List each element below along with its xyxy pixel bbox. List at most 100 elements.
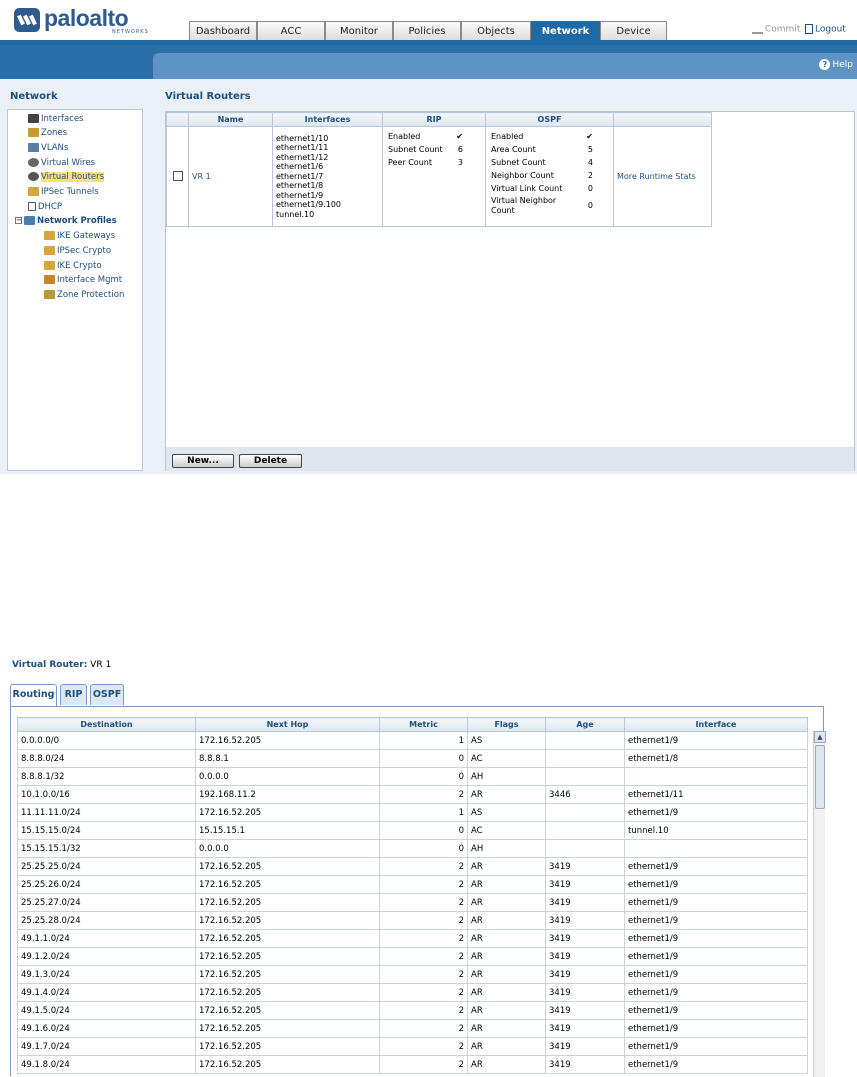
lock-icon xyxy=(44,261,55,270)
interface-cell: tunnel.10 xyxy=(624,821,808,840)
table-row[interactable]: 8.8.8.1/32 0.0.0.0 0 AH xyxy=(17,767,808,786)
firewall-network-page: paloalto NETWORKS Dashboard ACC Monitor … xyxy=(0,0,857,474)
column-header-name[interactable]: Name xyxy=(188,112,273,127)
sidebar-item-vlans[interactable]: VLANs xyxy=(28,142,68,155)
more-runtime-stats-link[interactable]: More Runtime Stats xyxy=(617,172,696,181)
sidebar-item-virtual-wires[interactable]: Virtual Wires xyxy=(28,157,95,170)
help-button[interactable]: ? Help xyxy=(819,59,853,70)
commit-button[interactable]: Commit xyxy=(752,24,800,35)
column-header-metric[interactable]: Metric xyxy=(379,717,468,732)
runtime-stats-window: Virtual Router: VR 1 Routing RIP OSPF De… xyxy=(0,650,857,1077)
sidebar-item-interface-mgmt[interactable]: Interface Mgmt xyxy=(44,274,122,287)
logout-button[interactable]: Logout xyxy=(805,24,846,35)
sidebar-item-virtual-routers[interactable]: Virtual Routers xyxy=(28,171,105,184)
table-row[interactable]: 25.25.27.0/24 172.16.52.205 2 AR 3419 etherne… xyxy=(17,893,808,912)
age-cell: 3419 xyxy=(545,1055,625,1074)
stat-label: Peer Count xyxy=(388,158,432,167)
sidebar-item-network-profiles[interactable]: − Network Profiles xyxy=(15,215,117,228)
table-row[interactable]: 49.1.7.0/24 172.16.52.205 2 AR 3419 ethernet1… xyxy=(17,1037,808,1056)
sidebar-item-label: Virtual Wires xyxy=(41,158,96,168)
sidebar-item-ike-crypto[interactable]: IKE Crypto xyxy=(44,260,102,273)
column-header-next-hop[interactable]: Next Hop xyxy=(195,717,380,732)
new-button[interactable]: New... xyxy=(172,454,234,468)
column-header-interfaces[interactable]: Interfaces xyxy=(272,112,383,127)
sidebar-item-label: Zone Protection xyxy=(57,290,125,300)
table-row[interactable]: 25.25.28.0/24 172.16.52.205 2 AR 3419 etherne… xyxy=(17,911,808,930)
zones-icon xyxy=(28,128,39,137)
column-header-interface[interactable]: Interface xyxy=(624,717,808,732)
table-row[interactable]: 49.1.5.0/24 172.16.52.205 2 AR 3419 ethernet1… xyxy=(17,1001,808,1020)
table-row[interactable]: 8.8.8.0/24 8.8.8.1 0 AC ethernet1/8 xyxy=(17,749,808,768)
table-row[interactable]: 49.1.1.0/24 172.16.52.205 2 AR 3419 ethernet1… xyxy=(17,929,808,948)
tab-monitor[interactable]: Monitor xyxy=(325,21,393,41)
sidebar-item-ike-gateways[interactable]: IKE Gateways xyxy=(44,230,115,243)
table-row[interactable]: 15.15.15.0/24 15.15.15.1 0 AC tunnel.10 xyxy=(17,821,808,840)
stat-value: 4 xyxy=(587,158,593,167)
interface-cell: ethernet1/9 xyxy=(624,983,808,1002)
row-checkbox[interactable] xyxy=(172,170,183,181)
sidebar-item-zone-protection[interactable]: Zone Protection xyxy=(44,289,124,302)
scroll-thumb[interactable] xyxy=(815,745,825,809)
collapse-icon[interactable]: − xyxy=(15,217,22,224)
sidebar-item-dhcp[interactable]: DHCP xyxy=(28,201,62,214)
next-hop-cell: 172.16.52.205 xyxy=(195,1037,380,1056)
sidebar-item-ipsec-tunnels[interactable]: IPSec Tunnels xyxy=(28,186,99,199)
flags-cell: AC xyxy=(467,749,546,768)
metric-cell: 2 xyxy=(379,1019,468,1038)
table-row[interactable]: 25.25.26.0/24 172.16.52.205 2 AR 3419 etherne… xyxy=(17,875,808,894)
scroll-up-icon[interactable]: ▲ xyxy=(814,731,826,743)
age-cell: 3419 xyxy=(545,965,625,984)
tab-policies[interactable]: Policies xyxy=(393,21,461,41)
delete-button[interactable]: Delete xyxy=(239,454,302,468)
column-header-destination[interactable]: Destination xyxy=(17,717,196,732)
tab-network[interactable]: Network xyxy=(531,21,600,41)
flags-cell: AH xyxy=(467,767,546,786)
interface-entry: ethernet1/7 xyxy=(276,171,324,181)
flags-cell: AR xyxy=(467,1055,546,1074)
metric-cell: 0 xyxy=(379,821,468,840)
tab-dashboard[interactable]: Dashboard xyxy=(189,21,257,41)
table-row[interactable]: 0.0.0.0/0 172.16.52.205 1 AS ethernet1/9 xyxy=(17,731,808,750)
table-row[interactable]: 49.1.8.0/24 172.16.52.205 2 AR 3419 ethernet1… xyxy=(17,1055,808,1074)
routing-table-scrollbar[interactable]: ▲ xyxy=(813,731,826,1077)
next-hop-cell: 172.16.52.205 xyxy=(195,731,380,750)
column-header-rip[interactable]: RIP xyxy=(382,112,486,127)
tab-objects[interactable]: Objects xyxy=(461,21,531,41)
table-row[interactable]: 10.1.0.0/16 192.168.11.2 2 AR 3446 ethernet1/… xyxy=(17,785,808,804)
tab-device[interactable]: Device xyxy=(600,21,667,41)
select-column-header xyxy=(166,112,189,127)
sidebar-title: Network xyxy=(10,91,58,102)
virtual-router-caption: Virtual Router: xyxy=(12,660,88,670)
column-header-runtime xyxy=(613,112,712,127)
tab-routing[interactable]: Routing xyxy=(10,684,57,707)
tab-rip[interactable]: RIP xyxy=(60,684,87,705)
sidebar-item-zones[interactable]: Zones xyxy=(28,127,67,140)
next-hop-cell: 172.16.52.205 xyxy=(195,803,380,822)
table-row[interactable]: 49.1.3.0/24 172.16.52.205 2 AR 3419 ethernet1… xyxy=(17,965,808,984)
table-row[interactable]: 49.1.2.0/24 172.16.52.205 2 AR 3419 ethernet1… xyxy=(17,947,808,966)
column-header-ospf[interactable]: OSPF xyxy=(485,112,614,127)
table-row[interactable]: 25.25.25.0/24 172.16.52.205 2 AR 3419 etherne… xyxy=(17,857,808,876)
table-row[interactable]: 49.1.4.0/24 172.16.52.205 2 AR 3419 ethernet1… xyxy=(17,983,808,1002)
destination-cell: 49.1.1.0/24 xyxy=(17,929,196,948)
destination-cell: 0.0.0.0/0 xyxy=(17,731,196,750)
interfaces-icon xyxy=(28,114,39,123)
column-header-flags[interactable]: Flags xyxy=(467,717,546,732)
tab-acc[interactable]: ACC xyxy=(257,21,325,41)
sidebar-item-ipsec-crypto[interactable]: IPSec Crypto xyxy=(44,245,111,258)
metric-cell: 2 xyxy=(379,785,468,804)
interface-cell: ethernet1/9 xyxy=(624,965,808,984)
next-hop-cell: 172.16.52.205 xyxy=(195,965,380,984)
tab-ospf[interactable]: OSPF xyxy=(90,684,124,705)
table-row[interactable]: 49.1.6.0/24 172.16.52.205 2 AR 3419 ethernet1… xyxy=(17,1019,808,1038)
flags-cell: AR xyxy=(467,1019,546,1038)
router-name-link[interactable]: VR 1 xyxy=(192,172,211,181)
routing-table-body: 0.0.0.0/0 172.16.52.205 1 AS ethernet1/9 8.8.… xyxy=(17,731,808,1074)
stat-label: Virtual Neighbor Count xyxy=(491,196,557,215)
stat-row: 3 Peer Count xyxy=(388,156,463,169)
table-row[interactable]: 11.11.11.0/24 172.16.52.205 1 AS ethernet1/9 xyxy=(17,803,808,822)
column-header-age[interactable]: Age xyxy=(545,717,625,732)
metric-cell: 2 xyxy=(379,929,468,948)
sidebar-item-interfaces[interactable]: Interfaces xyxy=(28,113,83,126)
table-row[interactable]: 15.15.15.1/32 0.0.0.0 0 AH xyxy=(17,839,808,858)
